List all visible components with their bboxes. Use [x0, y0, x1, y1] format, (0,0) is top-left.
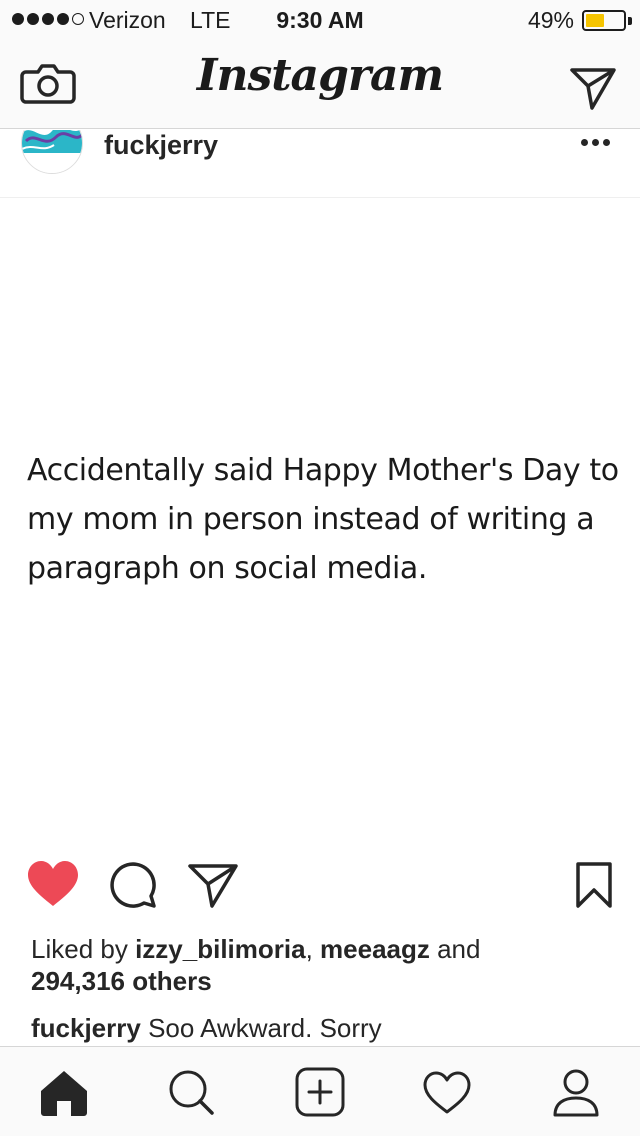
likes-count[interactable]: 294,316 others [31, 966, 212, 996]
post-username[interactable]: fuckjerry [104, 130, 218, 161]
caption-text: Soo Awkward. Sorry [140, 1013, 382, 1043]
tab-profile[interactable] [549, 1067, 603, 1119]
share-button[interactable] [186, 858, 240, 912]
likes-prefix: Liked by [31, 934, 136, 964]
post-caption: fuckjerry Soo Awkward. Sorry [31, 1011, 621, 1047]
more-dot-icon [581, 139, 588, 146]
profile-icon [553, 1069, 599, 1117]
battery-percent: 49% [527, 7, 574, 33]
battery-icon [582, 10, 626, 31]
app-header: Instagram [0, 40, 640, 129]
more-dot-icon [592, 139, 599, 146]
tab-bar [0, 1046, 640, 1136]
tab-activity[interactable] [420, 1067, 474, 1119]
battery-nub [628, 17, 632, 25]
share-icon [188, 864, 238, 908]
heart-filled-icon [28, 861, 78, 906]
tab-search[interactable] [164, 1067, 218, 1119]
direct-message-button[interactable] [568, 62, 618, 112]
liker-username[interactable]: meeaagz [320, 934, 430, 964]
like-button[interactable] [26, 858, 80, 912]
home-icon [41, 1071, 87, 1116]
likes-conjunction: and [429, 934, 481, 964]
caption-username[interactable]: fuckjerry [31, 1013, 141, 1043]
save-button[interactable] [568, 858, 622, 912]
comment-icon [110, 862, 156, 908]
likes-separator: , [305, 934, 321, 964]
liker-username[interactable]: izzy_bilimoria [135, 934, 306, 964]
bookmark-icon [576, 862, 612, 908]
post-header: fuckjerry [0, 130, 640, 198]
add-post-icon [295, 1067, 345, 1117]
status-bar: Verizon LTE 9:30 AM 49% [0, 0, 640, 40]
comment-button[interactable] [106, 858, 160, 912]
likes-summary[interactable]: Liked by izzy_bilimoria, meeaagz and 294,… [31, 933, 621, 997]
avatar[interactable] [21, 130, 83, 174]
tab-home[interactable] [37, 1067, 91, 1119]
avatar-image [22, 130, 82, 173]
activity-heart-icon [423, 1071, 471, 1114]
direct-message-icon [570, 68, 616, 110]
post-image[interactable]: Accidentally said Happy Mother's Day to … [0, 198, 640, 838]
instagram-logo: Instagram [196, 50, 444, 101]
post-actions [0, 858, 640, 918]
more-dot-icon [603, 139, 610, 146]
more-options-button[interactable] [581, 139, 610, 146]
tab-add-post[interactable] [293, 1067, 347, 1119]
post-image-text: Accidentally said Happy Mother's Day to … [27, 453, 619, 586]
battery-fill [586, 14, 604, 27]
search-icon [169, 1070, 214, 1115]
